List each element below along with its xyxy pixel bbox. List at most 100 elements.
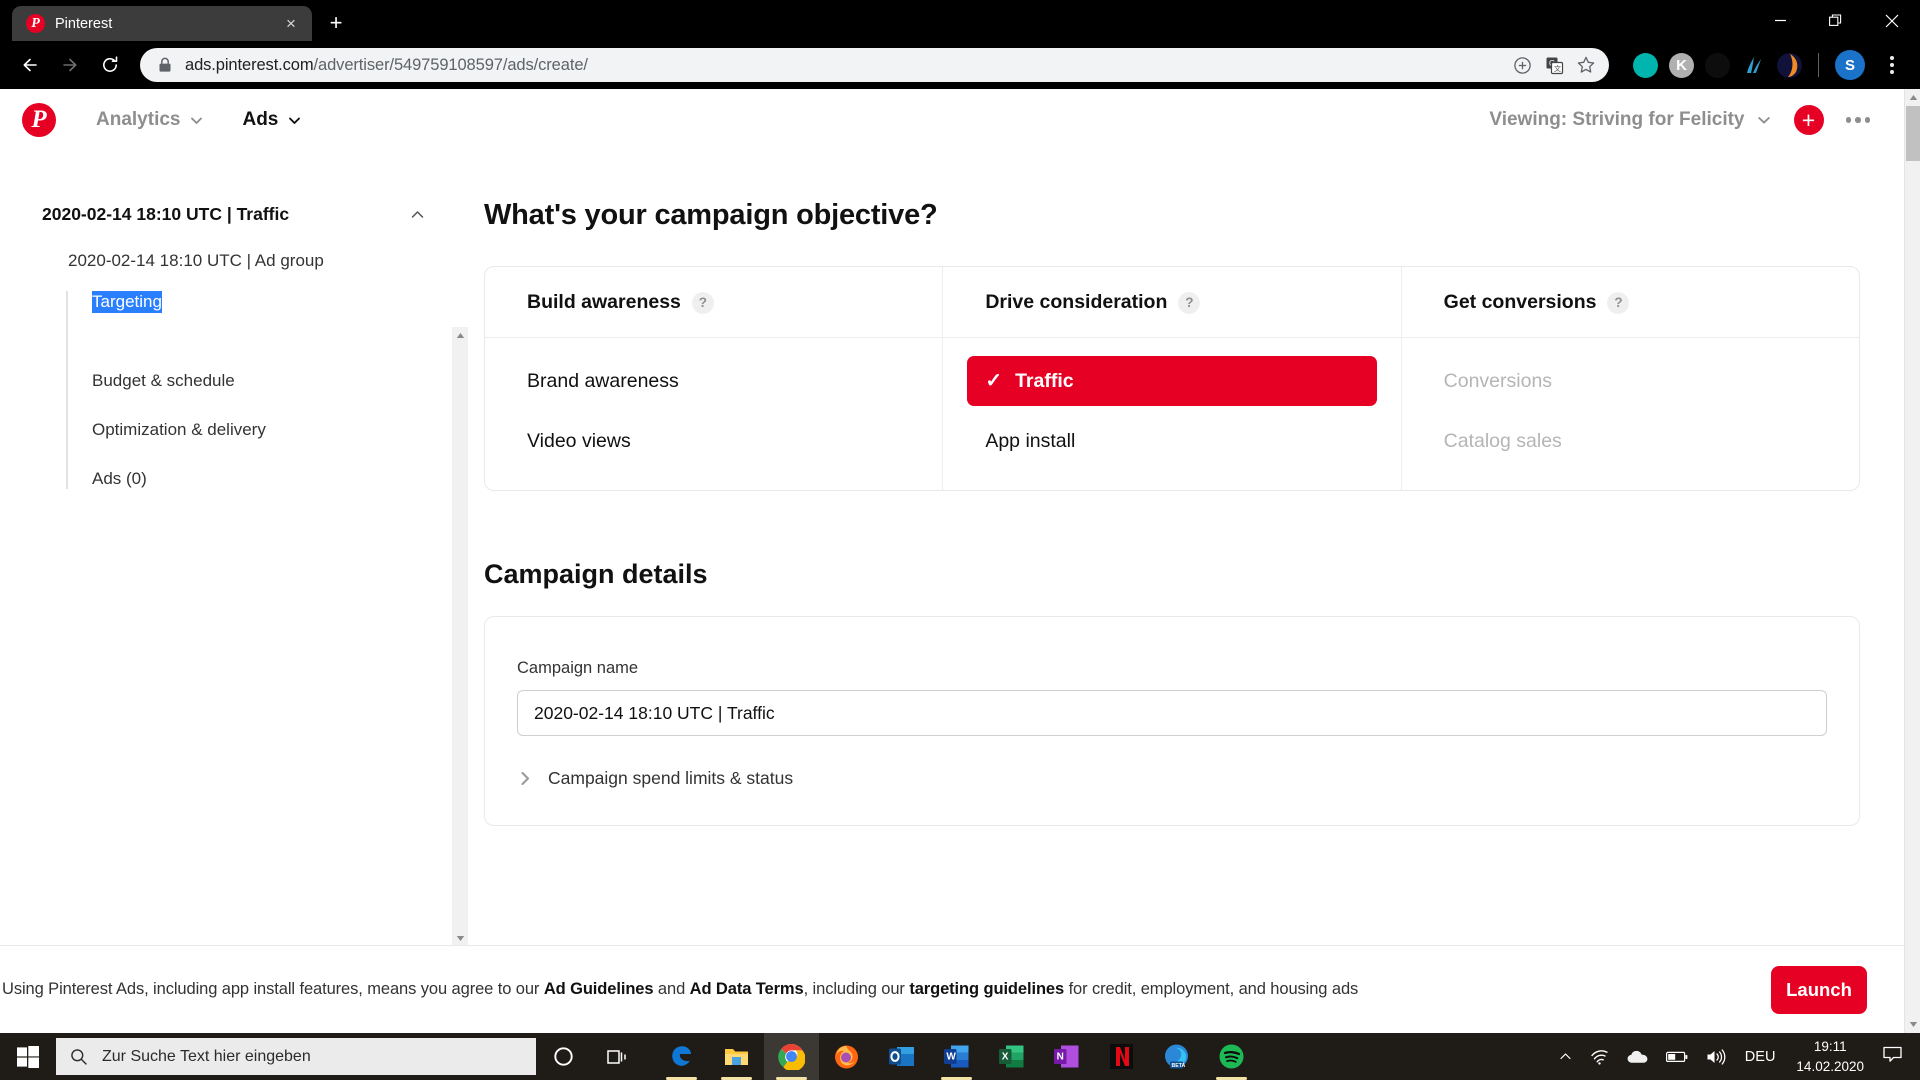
address-bar[interactable]: ads.pinterest.com/advertiser/54975910859… — [140, 48, 1609, 82]
chevron-down-icon — [1757, 117, 1770, 124]
windows-start-icon[interactable] — [0, 1033, 56, 1080]
chevron-up-icon[interactable] — [409, 206, 426, 223]
extension-icons: K S — [1621, 48, 1908, 82]
chevron-up-icon[interactable] — [1550, 1033, 1581, 1080]
taskbar-app-microsoft-word[interactable]: W — [929, 1033, 984, 1080]
extension-teal-icon[interactable] — [1633, 52, 1658, 78]
chevron-right-icon — [521, 771, 530, 786]
chrome-menu-icon[interactable] — [1876, 48, 1908, 82]
objective-column-consideration: Drive consideration ? ✓ Traffic App inst… — [942, 267, 1401, 490]
task-view-icon[interactable] — [590, 1033, 644, 1080]
sidebar-item-targeting[interactable]: Targeting — [92, 291, 162, 313]
volume-icon[interactable] — [1697, 1033, 1735, 1080]
objective-option-traffic-label: Traffic — [1015, 369, 1074, 392]
sidebar-adgroup-label[interactable]: 2020-02-14 18:10 UTC | Ad group — [0, 251, 460, 271]
taskbar-app-microsoft-outlook[interactable] — [874, 1033, 929, 1080]
url-text: ads.pinterest.com/advertiser/54975910859… — [185, 55, 588, 74]
taskbar-app-netflix[interactable] — [1094, 1033, 1149, 1080]
sidebar-item-budget-schedule[interactable]: Budget & schedule — [92, 371, 460, 391]
objective-title-awareness: Build awareness — [527, 291, 681, 313]
objective-option-conversions: Conversions — [1443, 369, 1553, 392]
taskbar-search-input[interactable]: Zur Suche Text hier eingeben — [56, 1038, 536, 1075]
launch-button[interactable]: Launch — [1771, 965, 1867, 1014]
scroll-up-icon[interactable] — [1905, 89, 1920, 106]
objective-option-app-install[interactable]: App install — [967, 416, 1376, 466]
taskbar-app-spotify[interactable] — [1204, 1033, 1259, 1080]
svg-text:文: 文 — [1554, 64, 1561, 73]
targeting-guidelines-link[interactable]: targeting guidelines — [909, 980, 1064, 998]
sidebar-campaign-row[interactable]: 2020-02-14 18:10 UTC | Traffic — [0, 199, 460, 229]
sidebar-item-ads[interactable]: Ads (0) — [92, 469, 460, 489]
taskbar-app-microsoft-onenote[interactable]: N — [1039, 1033, 1094, 1080]
campaign-name-input[interactable] — [517, 690, 1827, 736]
help-icon[interactable]: ? — [1607, 291, 1630, 314]
notification-icon[interactable] — [1875, 1046, 1916, 1068]
nav-item-ads[interactable]: Ads — [242, 109, 302, 131]
objective-option-catalog-sales: Catalog sales — [1443, 429, 1562, 452]
minimize-icon[interactable] — [1752, 0, 1808, 41]
forward-arrow-icon[interactable] — [52, 47, 88, 83]
terms-text-part2: and — [653, 980, 690, 998]
taskbar-app-microsoft-excel[interactable]: X — [984, 1033, 1039, 1080]
extension-orange-blue-icon[interactable] — [1777, 52, 1802, 78]
taskbar-app-microsoft-edge[interactable] — [654, 1033, 709, 1080]
taskbar-app-microsoft-edge-beta[interactable]: BETA — [1149, 1033, 1204, 1080]
pinterest-icon: P — [26, 14, 45, 33]
create-button[interactable]: + — [1793, 105, 1824, 135]
browser-tab[interactable]: P Pinterest × — [12, 6, 312, 41]
new-tab-button[interactable]: + — [320, 7, 352, 39]
page-footer: Using Pinterest Ads, including app insta… — [0, 945, 1904, 1033]
objective-option-video-views[interactable]: Video views — [509, 416, 918, 466]
page-scrollbar[interactable] — [1904, 89, 1920, 1033]
profile-avatar[interactable]: S — [1835, 50, 1865, 80]
system-tray: DEU 19:11 14.02.2020 — [1550, 1033, 1920, 1080]
add-circle-icon[interactable] — [1509, 52, 1535, 78]
pinterest-logo[interactable]: P — [22, 103, 56, 137]
translate-icon[interactable]: G文 — [1541, 52, 1567, 78]
objective-title-consideration: Drive consideration — [985, 291, 1168, 313]
reload-icon[interactable] — [92, 47, 128, 83]
extension-blue-grass-icon[interactable] — [1741, 52, 1766, 78]
primary-nav: Analytics Ads — [96, 109, 302, 131]
sidebar-item-optimization-delivery[interactable]: Optimization & delivery — [92, 420, 460, 440]
scrollbar-thumb[interactable] — [1906, 106, 1920, 161]
battery-icon[interactable] — [1657, 1033, 1697, 1080]
toolbar-divider — [1818, 53, 1819, 77]
nav-item-analytics[interactable]: Analytics — [96, 109, 204, 131]
browser-toolbar: ads.pinterest.com/advertiser/54975910859… — [0, 41, 1920, 89]
objective-header-conversions: Get conversions ? — [1401, 267, 1859, 338]
taskbar-apps: W X N BETA — [654, 1033, 1259, 1080]
objective-option-traffic[interactable]: ✓ Traffic — [967, 356, 1377, 406]
help-icon[interactable]: ? — [1178, 291, 1201, 314]
close-tab-icon[interactable]: × — [280, 13, 302, 35]
page-title: What's your campaign objective? — [484, 199, 938, 231]
star-icon[interactable] — [1573, 52, 1599, 78]
extension-grey-k-icon[interactable]: K — [1669, 52, 1694, 78]
check-icon: ✓ — [985, 370, 1003, 392]
language-indicator[interactable]: DEU — [1735, 1049, 1786, 1065]
campaign-spend-limits-toggle[interactable]: Campaign spend limits & status — [517, 768, 1827, 789]
ad-guidelines-link[interactable]: Ad Guidelines — [544, 980, 654, 998]
onedrive-icon[interactable] — [1618, 1033, 1657, 1080]
taskbar-app-mozilla-firefox[interactable] — [819, 1033, 874, 1080]
clock[interactable]: 19:11 14.02.2020 — [1785, 1037, 1875, 1076]
campaign-spend-limits-label: Campaign spend limits & status — [548, 768, 794, 788]
wifi-icon[interactable] — [1581, 1033, 1618, 1080]
back-arrow-icon[interactable] — [12, 47, 48, 83]
svg-text:X: X — [1002, 1051, 1009, 1062]
taskbar-app-file-explorer[interactable] — [709, 1033, 764, 1080]
sidebar-subitems: Targeting Budget & schedule Optimization… — [66, 291, 460, 489]
more-options-icon[interactable] — [1845, 117, 1870, 123]
scroll-down-icon[interactable] — [1905, 1016, 1920, 1033]
cortana-icon[interactable] — [536, 1033, 590, 1080]
objective-option-brand-awareness[interactable]: Brand awareness — [509, 356, 918, 406]
help-icon[interactable]: ? — [691, 291, 714, 314]
close-icon[interactable] — [1864, 0, 1920, 41]
restore-icon[interactable] — [1808, 0, 1864, 41]
lock-icon — [156, 56, 174, 74]
ad-data-terms-link[interactable]: Ad Data Terms — [690, 980, 804, 998]
account-switcher[interactable]: Viewing: Striving for Felicity — [1489, 109, 1771, 131]
taskbar-app-google-chrome[interactable] — [764, 1033, 819, 1080]
svg-text:N: N — [1057, 1051, 1064, 1062]
extension-black-circle-icon[interactable] — [1705, 52, 1730, 78]
